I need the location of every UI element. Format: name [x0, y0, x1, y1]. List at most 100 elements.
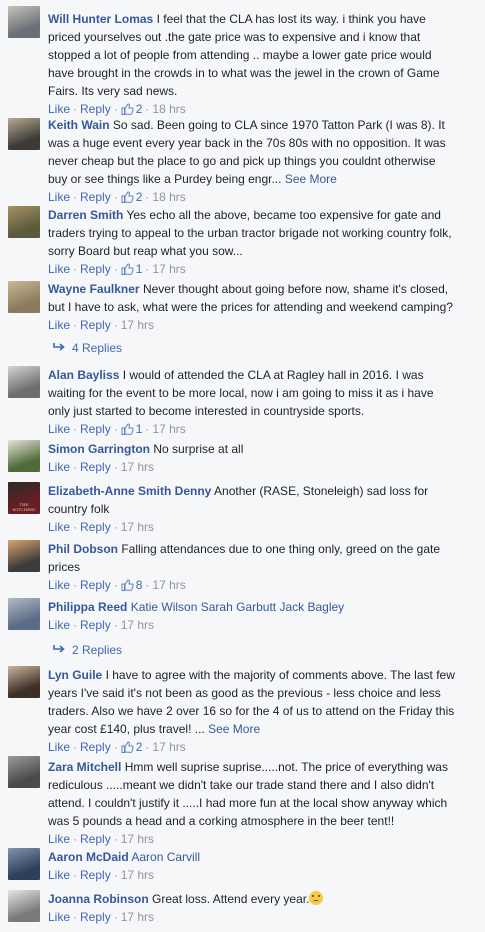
commenter-name[interactable]: Wayne Faulkner [48, 282, 140, 296]
comment-body: Elizabeth-Anne Smith Denny Another (RASE… [48, 482, 458, 536]
reply-button[interactable]: Reply [80, 868, 111, 882]
commenter-name[interactable]: Philippa Reed [48, 600, 127, 614]
avatar[interactable] [8, 598, 40, 630]
like-button[interactable]: Like [48, 868, 70, 882]
like-count[interactable]: 2 [121, 102, 142, 116]
see-more-link[interactable]: See More [285, 172, 337, 186]
commenter-name[interactable]: Joanna Robinson [48, 892, 149, 906]
comment-body: Aaron McDaid Aaron Carvill Like · Reply · 17… [48, 848, 458, 884]
tagged-user[interactable]: Katie Wilson [131, 600, 198, 614]
reply-button[interactable]: Reply [80, 910, 111, 924]
commenter-name[interactable]: Alan Bayliss [48, 368, 119, 382]
avatar[interactable] [8, 440, 40, 472]
comment-actions: Like · Reply · 17 hrs [48, 316, 458, 334]
comment-body: Alan Bayliss I would of attended the CLA… [48, 366, 458, 438]
view-replies-link[interactable]: 4 Replies [52, 340, 122, 356]
comment-body: Will Hunter Lomas I feel that the CLA ha… [48, 10, 458, 118]
separator: · [145, 262, 150, 276]
like-count[interactable]: 8 [121, 578, 142, 592]
like-count[interactable]: 1 [121, 262, 142, 276]
commenter-name[interactable]: Keith Wain [48, 118, 110, 132]
comment-actions: Like · Reply · 17 hrs [48, 616, 458, 634]
like-button[interactable]: Like [48, 832, 70, 846]
avatar[interactable] [8, 118, 40, 150]
view-replies-link[interactable]: 2 Replies [52, 642, 122, 658]
avatar[interactable] [8, 281, 40, 313]
like-button[interactable]: Like [48, 520, 70, 534]
avatar[interactable] [8, 366, 40, 398]
separator: · [73, 578, 78, 592]
reply-button[interactable]: Reply [80, 578, 111, 592]
commenter-name[interactable]: Elizabeth-Anne Smith Denny [48, 484, 211, 498]
replies-count-label: 2 Replies [72, 643, 123, 657]
timestamp[interactable]: 17 hrs [121, 618, 154, 632]
commenter-name[interactable]: Lyn Guile [48, 668, 102, 682]
timestamp[interactable]: 17 hrs [121, 910, 154, 924]
timestamp[interactable]: 17 hrs [152, 578, 185, 592]
timestamp[interactable]: 17 hrs [121, 520, 154, 534]
tagged-user[interactable]: Aaron Carvill [131, 850, 200, 864]
reply-button[interactable]: Reply [80, 262, 111, 276]
like-button[interactable]: Like [48, 262, 70, 276]
commenter-name[interactable]: Simon Garrington [48, 442, 150, 456]
commenter-name[interactable]: Will Hunter Lomas [48, 12, 153, 26]
avatar[interactable] [8, 756, 40, 788]
timestamp[interactable]: 17 hrs [121, 832, 154, 846]
timestamp[interactable]: 17 hrs [152, 740, 185, 754]
reply-button[interactable]: Reply [80, 102, 111, 116]
avatar[interactable] [8, 540, 40, 572]
commenter-name[interactable]: Zara Mitchell [48, 760, 121, 774]
separator: · [113, 102, 118, 116]
avatar[interactable] [8, 890, 40, 922]
like-button[interactable]: Like [48, 460, 70, 474]
separator: · [113, 618, 118, 632]
comment-body: Joanna Robinson Great loss. Attend every… [48, 890, 458, 926]
comment-actions: Like · Reply · 2 · 18 hrs [48, 188, 458, 206]
like-button[interactable]: Like [48, 910, 70, 924]
like-button[interactable]: Like [48, 422, 70, 436]
see-more-link[interactable]: See More [208, 722, 260, 736]
like-button[interactable]: Like [48, 190, 70, 204]
like-button[interactable]: Like [48, 618, 70, 632]
separator: · [73, 102, 78, 116]
tagged-user[interactable]: Sarah Garbutt [201, 600, 276, 614]
comment-actions: Like · Reply · 2 · 17 hrs [48, 738, 458, 756]
separator: · [73, 868, 78, 882]
timestamp[interactable]: 17 hrs [152, 262, 185, 276]
reply-button[interactable]: Reply [80, 618, 111, 632]
like-button[interactable]: Like [48, 318, 70, 332]
separator: · [113, 318, 118, 332]
timestamp[interactable]: 17 hrs [121, 868, 154, 882]
avatar[interactable] [8, 666, 40, 698]
avatar[interactable] [8, 848, 40, 880]
reply-arrow-icon [53, 343, 65, 351]
timestamp[interactable]: 17 hrs [121, 460, 154, 474]
like-count[interactable]: 2 [121, 190, 142, 204]
avatar[interactable] [8, 206, 40, 238]
timestamp[interactable]: 17 hrs [121, 318, 154, 332]
timestamp[interactable]: 18 hrs [152, 102, 185, 116]
like-count[interactable]: 2 [121, 740, 142, 754]
reply-button[interactable]: Reply [80, 740, 111, 754]
like-button[interactable]: Like [48, 102, 70, 116]
comment-actions: Like · Reply · 8 · 17 hrs [48, 576, 458, 594]
like-thumb-icon [121, 579, 134, 591]
like-button[interactable]: Like [48, 578, 70, 592]
reply-button[interactable]: Reply [80, 422, 111, 436]
commenter-name[interactable]: Darren Smith [48, 208, 123, 222]
reply-button[interactable]: Reply [80, 318, 111, 332]
timestamp[interactable]: 18 hrs [152, 190, 185, 204]
commenter-name[interactable]: Aaron McDaid [48, 850, 129, 864]
reply-button[interactable]: Reply [80, 520, 111, 534]
reply-button[interactable]: Reply [80, 832, 111, 846]
separator: · [73, 520, 78, 534]
commenter-name[interactable]: Phil Dobson [48, 542, 118, 556]
tagged-user[interactable]: Jack Bagley [279, 600, 344, 614]
like-button[interactable]: Like [48, 740, 70, 754]
reply-button[interactable]: Reply [80, 460, 111, 474]
like-count[interactable]: 1 [121, 422, 142, 436]
timestamp[interactable]: 17 hrs [152, 422, 185, 436]
avatar[interactable]: THE WITCHERY [8, 482, 40, 514]
avatar[interactable] [8, 6, 40, 38]
reply-button[interactable]: Reply [80, 190, 111, 204]
